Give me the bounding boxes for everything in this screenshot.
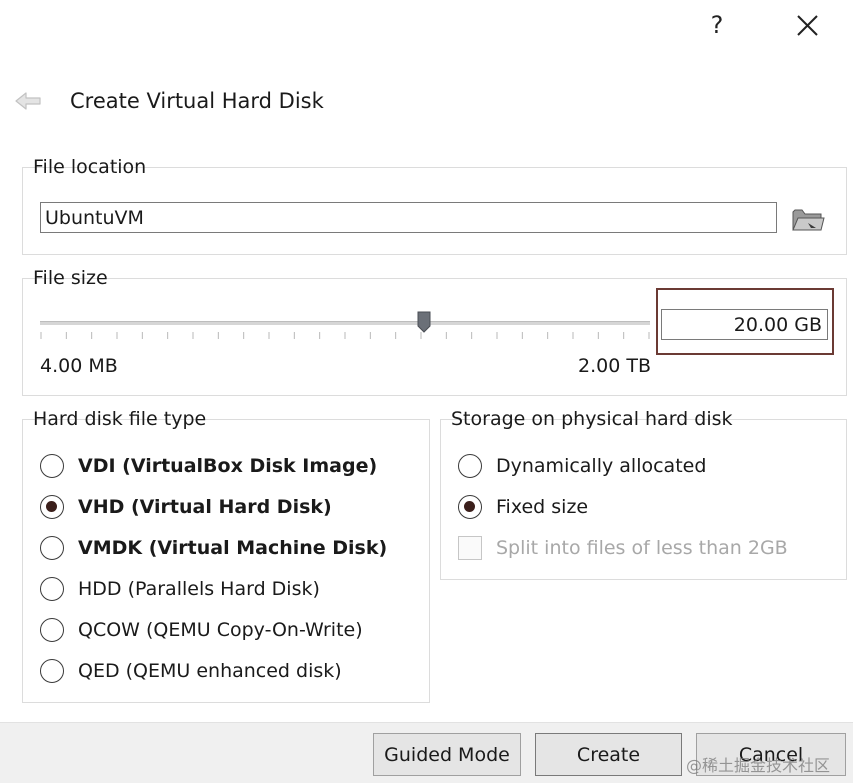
hard-disk-type-title: Hard disk file type [33,408,207,430]
file-location-title: File location [33,156,147,178]
file-location-input[interactable] [40,202,777,233]
split-files-option: Split into files of less than 2GB [458,533,788,563]
file-size-min-label: 4.00 MB [40,355,118,377]
radio-label: QCOW (QEMU Copy-On-Write) [78,619,363,641]
radio-button[interactable] [40,577,64,601]
page-title: Create Virtual Hard Disk [70,89,324,113]
file-size-input[interactable] [661,309,828,340]
help-button[interactable]: ? [700,8,734,42]
create-button[interactable]: Create [535,733,682,776]
radio-label: QED (QEMU enhanced disk) [78,660,342,682]
disk-type-option-vdi[interactable]: VDI (VirtualBox Disk Image) [40,451,377,481]
file-size-max-label: 2.00 TB [578,355,651,377]
radio-button[interactable] [40,454,64,478]
radio-button[interactable] [458,495,482,519]
radio-label: VHD (Virtual Hard Disk) [78,496,332,518]
storage-option-fixed[interactable]: Fixed size [458,492,588,522]
disk-type-option-qed[interactable]: QED (QEMU enhanced disk) [40,656,342,686]
back-button[interactable] [12,88,46,114]
radio-button[interactable] [40,618,64,642]
close-button[interactable] [790,8,826,44]
disk-type-option-qcow[interactable]: QCOW (QEMU Copy-On-Write) [40,615,363,645]
browse-folder-button[interactable] [790,202,826,236]
radio-label: Dynamically allocated [496,455,707,477]
slider-thumb-icon [417,311,431,333]
storage-title: Storage on physical hard disk [451,408,733,430]
disk-type-option-vhd[interactable]: VHD (Virtual Hard Disk) [40,492,332,522]
disk-type-option-hdd[interactable]: HDD (Parallels Hard Disk) [40,574,320,604]
file-size-slider-thumb[interactable] [417,311,431,333]
back-arrow-icon [15,92,41,110]
guided-mode-button[interactable]: Guided Mode [373,733,521,776]
radio-label: VDI (VirtualBox Disk Image) [78,455,378,477]
file-size-title: File size [33,267,108,289]
split-files-label: Split into files of less than 2GB [496,537,788,559]
storage-option-dynamic[interactable]: Dynamically allocated [458,451,706,481]
radio-button[interactable] [40,659,64,683]
radio-label: Fixed size [496,496,589,518]
radio-button[interactable] [40,536,64,560]
radio-button[interactable] [458,454,482,478]
radio-label: VMDK (Virtual Machine Disk) [78,537,388,559]
split-files-checkbox [458,536,482,560]
folder-icon [792,209,825,231]
close-icon [797,15,818,36]
radio-label: HDD (Parallels Hard Disk) [78,578,320,600]
disk-type-option-vmdk[interactable]: VMDK (Virtual Machine Disk) [40,533,387,563]
file-size-slider-track[interactable] [40,321,650,325]
radio-button[interactable] [40,495,64,519]
slider-ticks [40,332,650,339]
watermark: @稀土掘金技术社区 [686,756,831,775]
